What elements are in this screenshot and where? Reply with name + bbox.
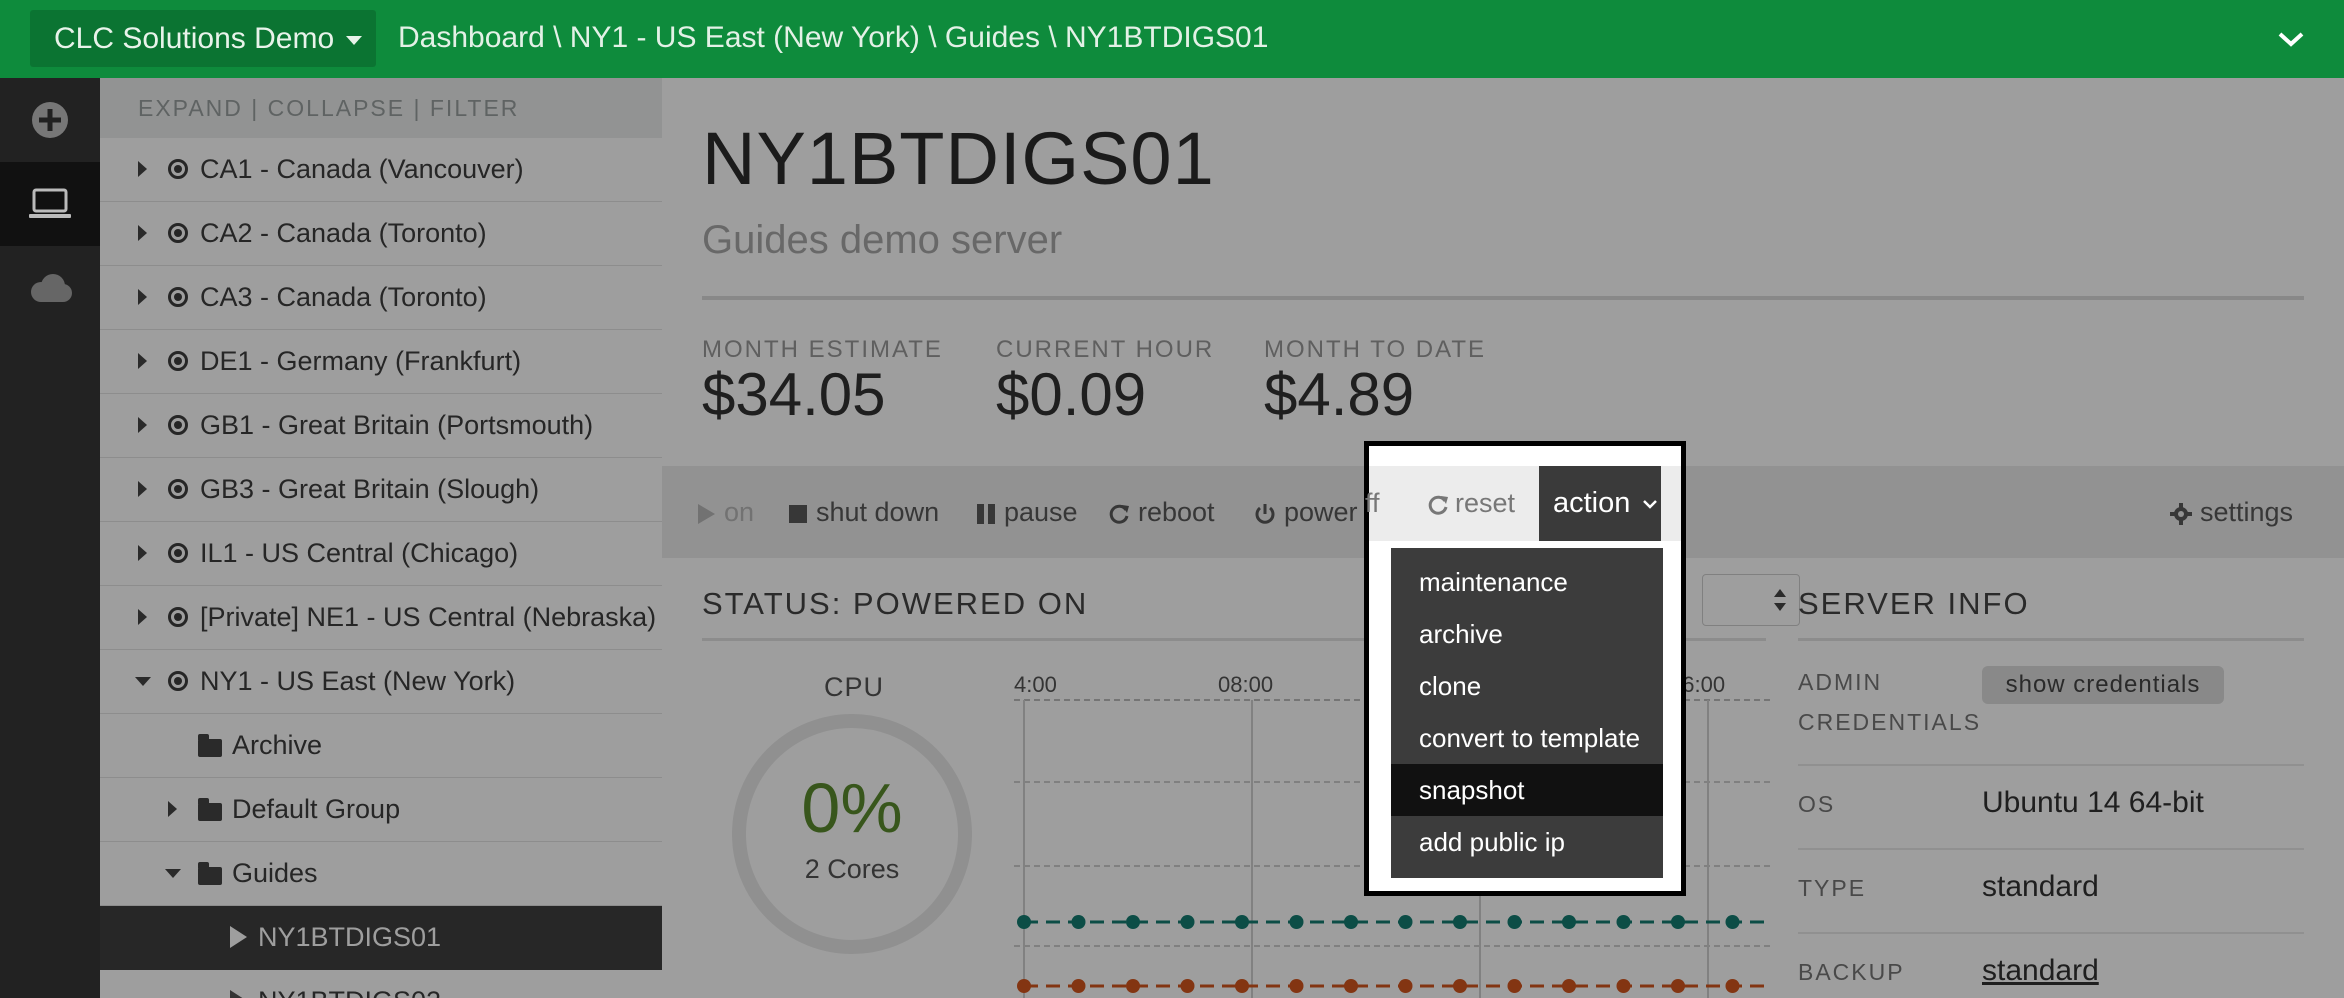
account-selector[interactable]: CLC Solutions Demo (\	[30, 10, 376, 67]
menu-item-maintenance[interactable]: maintenance	[1391, 556, 1663, 608]
laptop-icon	[29, 188, 71, 218]
icon-rail	[0, 78, 100, 998]
action-label: action	[1553, 487, 1631, 519]
breadcrumb-server: NY1BTDIGS01	[1065, 21, 1269, 54]
action-menu: maintenance archive clone convert to tem…	[1391, 548, 1663, 878]
reset-button[interactable]: reset	[1427, 466, 1515, 541]
top-bar: CLC Solutions Demo (\ Dashboard \ NY1 - …	[0, 0, 2344, 78]
breadcrumb-dashboard[interactable]: Dashboard	[398, 21, 545, 54]
add-button[interactable]	[0, 78, 100, 162]
power-off-fragment: ff	[1365, 488, 1380, 518]
servers-nav[interactable]	[0, 162, 100, 246]
caret-down-icon	[346, 36, 362, 45]
chevron-down-icon[interactable]	[2276, 24, 2306, 54]
breadcrumb-separator: \	[553, 21, 570, 54]
refresh-icon	[1428, 495, 1448, 515]
breadcrumb-separator: \	[928, 21, 945, 54]
menu-item-clone[interactable]: clone	[1391, 660, 1663, 712]
menu-item-convert-to-template[interactable]: convert to template	[1391, 712, 1663, 764]
action-dropdown-button[interactable]: action	[1539, 466, 1661, 541]
breadcrumb-separator: \	[1048, 21, 1065, 54]
plus-circle-icon	[32, 102, 68, 138]
cloud-icon	[31, 274, 72, 302]
chevron-down-icon	[1643, 500, 1658, 510]
action-menu-highlight: ff reset action maintenance archive clon…	[1364, 441, 1686, 896]
breadcrumb-datacenter[interactable]: NY1 - US East (New York)	[570, 21, 920, 54]
modal-dim-overlay	[100, 78, 2344, 998]
breadcrumb-group[interactable]: Guides	[945, 21, 1040, 54]
breadcrumb: Dashboard \ NY1 - US East (New York) \ G…	[398, 0, 1268, 78]
menu-item-archive[interactable]: archive	[1391, 608, 1663, 660]
reset-label: reset	[1455, 488, 1516, 518]
cloud-nav[interactable]	[0, 246, 100, 330]
menu-item-add-public-ip[interactable]: add public ip	[1391, 816, 1663, 868]
account-name: CLC Solutions Demo (\	[54, 22, 334, 55]
menu-item-snapshot[interactable]: snapshot	[1391, 764, 1663, 816]
